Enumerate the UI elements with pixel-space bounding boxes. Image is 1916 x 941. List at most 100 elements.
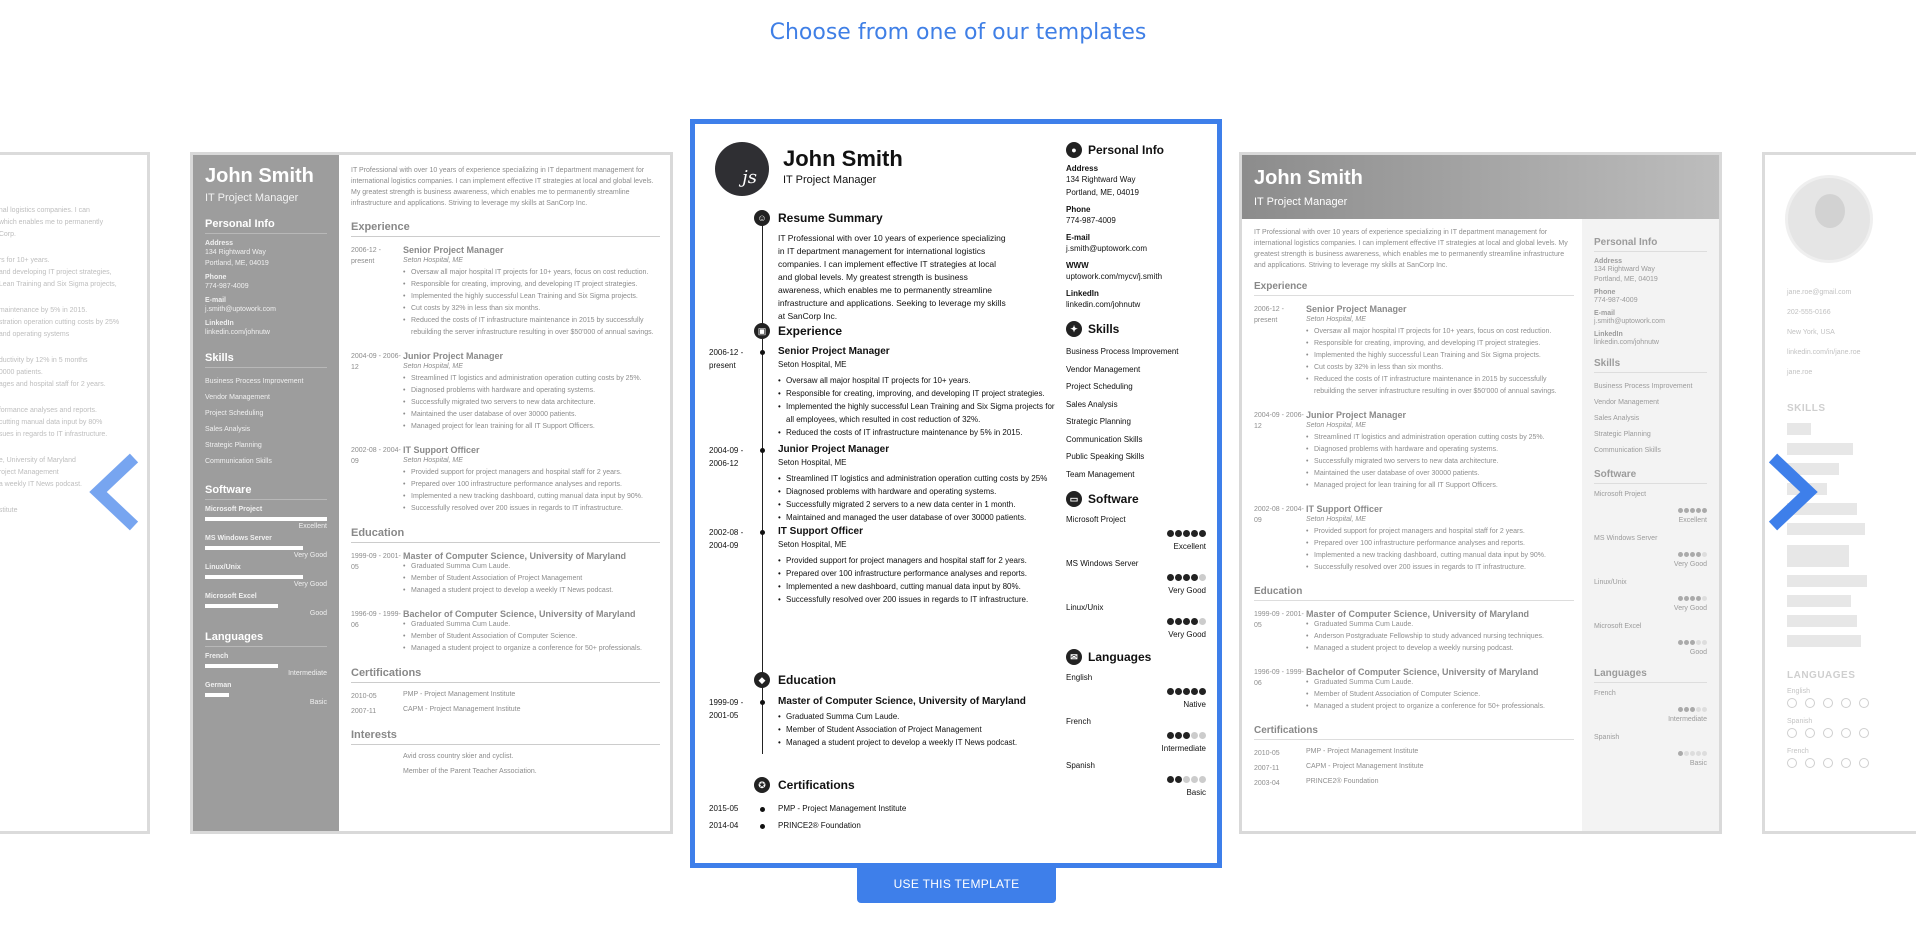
template-card-featured[interactable]: js John Smith IT Project Manager ☺ Resum… [690, 119, 1222, 868]
left-card-job-title: IT Support Officer [403, 445, 480, 455]
rating-dot [1175, 688, 1182, 695]
template-card-left[interactable]: John Smith IT Project Manager Personal I… [190, 152, 673, 834]
language-item: English Native [1066, 673, 1206, 709]
left-card-cert-item: 2007-11 CAPM - Project Management Institu… [351, 706, 660, 717]
far-left-text-line: ...rs for 10+ years. [0, 257, 50, 264]
language-name: English [1066, 673, 1093, 682]
rating-dot [1702, 508, 1707, 513]
rating-dot [1684, 508, 1689, 513]
job-bullet: Successfully migrated 2 servers to a new… [778, 498, 1058, 511]
far-right-skills-heading: SKILLS [1787, 403, 1826, 414]
certifications-heading: Certifications [778, 778, 855, 792]
left-card-language-name: French [205, 653, 229, 660]
rating-circle [1841, 728, 1851, 738]
rating-dot [1690, 707, 1695, 712]
timeline-dot [760, 807, 765, 812]
resume-title: IT Project Manager [783, 174, 877, 186]
left-card-job-company: Seton Hospital, ME [403, 257, 463, 264]
email-value: j.smith@uptowork.com [1066, 244, 1148, 253]
right-card-jobs: 2006-12 - present Senior Project Manager S… [1254, 304, 1574, 574]
previous-template-button[interactable] [88, 452, 142, 532]
rating-dot [1191, 776, 1198, 783]
rating-dot [1191, 688, 1198, 695]
left-card-education: 1999-09 - 2001-05 Master of Computer Scie… [351, 551, 660, 655]
right-card-job-bullet: Implemented the highly successful Lean T… [1306, 350, 1574, 362]
far-left-text-line: ...which enables me to permanently [0, 219, 104, 226]
left-card-software-list: Microsoft Project Excellent MS Windows Ser… [205, 506, 327, 617]
far-right-skill-tag [1787, 423, 1811, 435]
job-company: Seton Hospital, ME [778, 540, 847, 549]
right-card-skill: Vendor Management [1594, 399, 1659, 406]
right-card-job-dates: 2002-08 - 2004-09 [1254, 506, 1304, 524]
far-right-skill-tag [1787, 615, 1857, 627]
software-level: Very Good [1168, 630, 1206, 639]
far-right-language-rating [1787, 725, 1877, 740]
right-card-job-bullet: Implemented a new tracking dashboard, cu… [1306, 550, 1574, 562]
right-card-software-name: Microsoft Project [1594, 491, 1647, 498]
left-card-software-name: Microsoft Project [205, 506, 263, 513]
right-card-job-title: Senior Project Manager [1306, 304, 1407, 314]
rating-dot [1678, 751, 1683, 756]
right-card-skills-list: Business Process Improvement Vendor Manag… [1594, 379, 1707, 459]
right-card-job-company: Seton Hospital, ME [1306, 422, 1366, 429]
left-card-certifications-heading: Certifications [351, 667, 660, 683]
www-label: WWW [1066, 261, 1089, 270]
job-bullet: Oversaw all major hospital IT projects f… [778, 374, 1058, 387]
template-card-right[interactable]: John Smith IT Project Manager IT Profess… [1239, 152, 1722, 834]
software-rating [1066, 530, 1206, 540]
left-card-job-title: Junior Project Manager [403, 351, 504, 361]
left-card-cert-name: PMP - Project Management Institute [403, 691, 516, 698]
initials-avatar: js [715, 142, 769, 196]
language-level: Basic [1186, 788, 1206, 797]
far-right-language-name: French [1787, 748, 1809, 755]
right-card-language-item: Spanish Basic [1594, 733, 1707, 769]
right-card-education-bullets: Graduated Summa Cum Laude.Member of Stud… [1306, 677, 1574, 713]
right-card-cert-name: PRINCE2® Foundation [1306, 778, 1379, 785]
job-bullet: Implemented the highly successful Lean T… [778, 400, 1058, 426]
right-card-phone-label: Phone [1594, 289, 1616, 296]
rating-dot [1678, 552, 1683, 557]
right-card-software-level: Very Good [1673, 605, 1707, 612]
right-card-job-bullet: Diagnosed problems with hardware and ope… [1306, 444, 1574, 456]
software-name: Linux/Unix [1066, 603, 1104, 612]
left-card-education-body: Master of Computer Science, University o… [403, 551, 660, 597]
template-carousel-page: Choose from one of our templates ...nal … [0, 0, 1916, 941]
rating-dot [1690, 751, 1695, 756]
use-this-template-button[interactable]: USE THIS TEMPLATE [857, 866, 1056, 903]
far-left-text-line: ...Lean Training and Six Sigma projects, [0, 281, 117, 288]
left-card-job-bullet: Cut costs by 32% in less than six months… [403, 303, 660, 315]
rating-dot [1183, 776, 1190, 783]
left-card-jobs: 2006-12 - present Senior Project Manager S… [351, 245, 660, 515]
software-rating [1066, 618, 1206, 628]
graduation-cap-icon: ◆ [754, 672, 770, 688]
skill-item: Business Process Improvement [1066, 347, 1179, 356]
language-level: Intermediate [1161, 744, 1206, 753]
right-card-main: IT Professional with over 10 years of ex… [1254, 227, 1574, 793]
left-card-linkedin: linkedin.com/johnutw [205, 329, 270, 336]
experience-heading: Experience [778, 324, 843, 338]
left-card-sidebar: John Smith IT Project Manager Personal I… [193, 155, 339, 831]
next-template-button[interactable] [1765, 452, 1819, 532]
right-card-language-rating [1594, 749, 1707, 759]
left-card-software-level: Excellent [298, 523, 327, 530]
left-card-software-bar [205, 517, 327, 521]
right-card-job-company: Seton Hospital, ME [1306, 316, 1366, 323]
certification-date: 2015-05 [709, 804, 739, 813]
skill-item: Sales Analysis [1066, 399, 1118, 409]
left-card-job-body: IT Support Officer Seton Hospital, ME Prov… [403, 445, 660, 515]
rating-dot [1684, 552, 1689, 557]
far-right-web: jane.roe [1787, 369, 1813, 376]
right-card-education-title: Bachelor of Computer Science, University… [1306, 667, 1539, 677]
languages-header: ✉ Languages [1066, 649, 1206, 665]
left-card-language-level: Basic [309, 699, 327, 706]
far-right-photo [1785, 175, 1873, 263]
rating-dot [1167, 776, 1174, 783]
summary-heading: Resume Summary [778, 211, 883, 225]
rating-dot [1183, 574, 1190, 581]
left-card-software-level: Very Good [293, 581, 327, 588]
software-name: Microsoft Project [1066, 515, 1126, 524]
left-card-cert-date: 2007-11 [351, 708, 377, 715]
job-company: Seton Hospital, ME [778, 360, 847, 369]
left-card-education-title: Bachelor of Computer Science, University… [403, 609, 636, 619]
right-card-cert-item: 2010-05 PMP - Project Management Institut… [1254, 748, 1574, 759]
